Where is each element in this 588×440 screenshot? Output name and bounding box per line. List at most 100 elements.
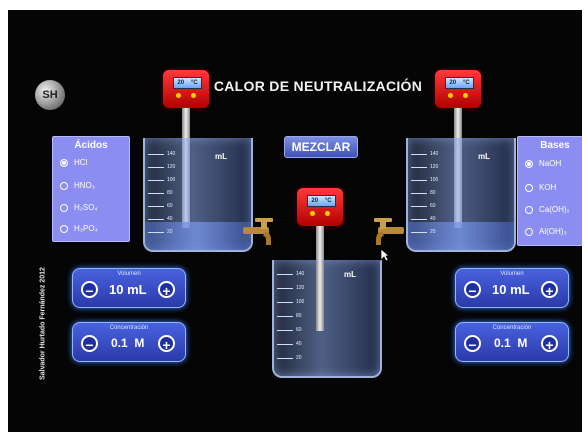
base-option-caoh2[interactable]: Ca(OH)₂ xyxy=(525,205,570,214)
concentration-label: Concentración xyxy=(109,325,149,331)
scale-tick xyxy=(148,219,164,220)
temperature-value: 20 xyxy=(449,80,457,86)
thermometer-body xyxy=(163,70,209,108)
volume-label: Volumen xyxy=(500,271,524,277)
mix-button[interactable]: MEZCLAR xyxy=(284,136,358,158)
scale-label: 60 xyxy=(430,203,436,209)
base-option-naoh[interactable]: NaOH xyxy=(525,159,561,168)
scale-label: 80 xyxy=(430,190,436,196)
acid-option-hcl[interactable]: HCl xyxy=(60,158,87,167)
acid-volume-control: Volumen − 10 mL + xyxy=(72,268,186,308)
thermometer-display: 20 °C xyxy=(445,77,474,89)
base-option-label: NaOH xyxy=(539,159,562,168)
acid-option-h2so4[interactable]: H₂SO₄ xyxy=(60,203,98,212)
base-concentration-minus-button[interactable]: − xyxy=(464,335,481,353)
scale-tick xyxy=(411,193,427,194)
scale-tick xyxy=(411,232,427,233)
scale-label: 80 xyxy=(167,190,173,196)
volume-unit: mL xyxy=(510,282,530,297)
volume-number: 10 xyxy=(492,282,507,297)
temperature-value: 20 xyxy=(311,198,319,204)
radio-icon[interactable] xyxy=(525,205,533,214)
radio-icon[interactable] xyxy=(60,224,68,233)
page-title: CALOR DE NEUTRALIZACIÓN xyxy=(213,78,423,94)
beaker-unit-label: mL xyxy=(215,152,227,161)
radio-icon[interactable] xyxy=(60,158,68,167)
temperature-unit: °C xyxy=(190,80,198,86)
acid-liquid xyxy=(145,222,251,250)
concentration-unit: M xyxy=(134,336,145,350)
base-concentration-value: 0.1 M xyxy=(494,336,527,350)
scale-tick xyxy=(277,288,293,289)
scale-tick xyxy=(277,302,293,303)
scale-label: 100 xyxy=(167,177,176,183)
acid-concentration-control: Concentración − 0.1 M + xyxy=(72,322,186,362)
scale-label: 100 xyxy=(430,177,439,183)
base-volume-plus-button[interactable]: + xyxy=(541,281,558,299)
bases-title: Bases xyxy=(540,140,570,151)
radio-icon[interactable] xyxy=(525,183,533,192)
scale-tick xyxy=(148,154,164,155)
base-option-label: Ca(OH)₂ xyxy=(539,205,570,214)
radio-icon[interactable] xyxy=(525,159,533,168)
scale-tick xyxy=(411,180,427,181)
concentration-label: Concentración xyxy=(492,325,532,331)
simulation-stage: SH CALOR DE NEUTRALIZACIÓN 20 °C 20 °C mL … xyxy=(8,10,582,432)
scale-tick xyxy=(411,219,427,220)
concentration-number: 0.1 xyxy=(111,336,128,350)
scale-label: 40 xyxy=(167,216,173,222)
thermometer-display: 20 °C xyxy=(307,195,336,207)
acid-option-label: H₃PO₄ xyxy=(74,224,98,233)
acid-concentration-value: 0.1 M xyxy=(111,336,144,350)
led-icon xyxy=(448,93,453,98)
right-faucet-icon[interactable] xyxy=(370,218,404,248)
led-icon xyxy=(310,211,315,216)
base-liquid xyxy=(408,222,514,250)
scale-tick xyxy=(411,167,427,168)
led-icon xyxy=(191,93,196,98)
scale-label: 40 xyxy=(430,216,436,222)
base-volume-minus-button[interactable]: − xyxy=(464,281,481,299)
acid-volume-plus-button[interactable]: + xyxy=(158,281,175,299)
thermometer-display: 20 °C xyxy=(173,77,202,89)
concentration-unit: M xyxy=(517,336,528,350)
temperature-unit: °C xyxy=(324,198,332,204)
acid-option-hno3[interactable]: HNO₃ xyxy=(60,181,95,190)
concentration-number: 0.1 xyxy=(494,336,511,350)
volume-label: Volumen xyxy=(117,271,141,277)
acid-option-label: HNO₃ xyxy=(74,181,96,190)
scale-tick xyxy=(148,232,164,233)
scale-tick xyxy=(148,167,164,168)
base-concentration-control: Concentración − 0.1 M + xyxy=(455,322,569,362)
radio-icon[interactable] xyxy=(60,181,68,190)
center-thermometer: 20 °C xyxy=(297,188,343,348)
led-icon xyxy=(176,93,181,98)
scale-tick xyxy=(277,274,293,275)
scale-tick xyxy=(277,316,293,317)
base-concentration-plus-button[interactable]: + xyxy=(541,335,558,353)
scale-tick xyxy=(148,193,164,194)
author-credit: Salvador Hurtado Fernández 2012 xyxy=(34,250,47,400)
acid-beaker: mL 140 120 100 80 60 40 20 xyxy=(143,138,253,252)
led-icon xyxy=(325,211,330,216)
temperature-unit: °C xyxy=(462,80,470,86)
scale-label: 140 xyxy=(167,151,176,157)
left-faucet-icon[interactable] xyxy=(243,218,277,248)
cursor-icon xyxy=(380,248,390,262)
base-volume-value: 10 mL xyxy=(492,282,530,297)
volume-number: 10 xyxy=(109,282,124,297)
scale-label: 140 xyxy=(430,151,439,157)
acid-volume-value: 10 mL xyxy=(109,282,147,297)
base-option-koh[interactable]: KOH xyxy=(525,183,556,192)
beaker-unit-label: mL xyxy=(344,270,356,279)
acid-option-h3po4[interactable]: H₃PO₄ xyxy=(60,224,98,233)
acid-concentration-plus-button[interactable]: + xyxy=(158,335,175,353)
acid-concentration-minus-button[interactable]: − xyxy=(81,335,98,353)
base-option-aloh3[interactable]: Al(OH)₃ xyxy=(525,227,567,236)
scale-tick xyxy=(148,180,164,181)
acid-volume-minus-button[interactable]: − xyxy=(81,281,98,299)
base-volume-control: Volumen − 10 mL + xyxy=(455,268,569,308)
radio-icon[interactable] xyxy=(60,203,68,212)
acid-option-label: HCl xyxy=(74,158,88,167)
radio-icon[interactable] xyxy=(525,227,533,236)
